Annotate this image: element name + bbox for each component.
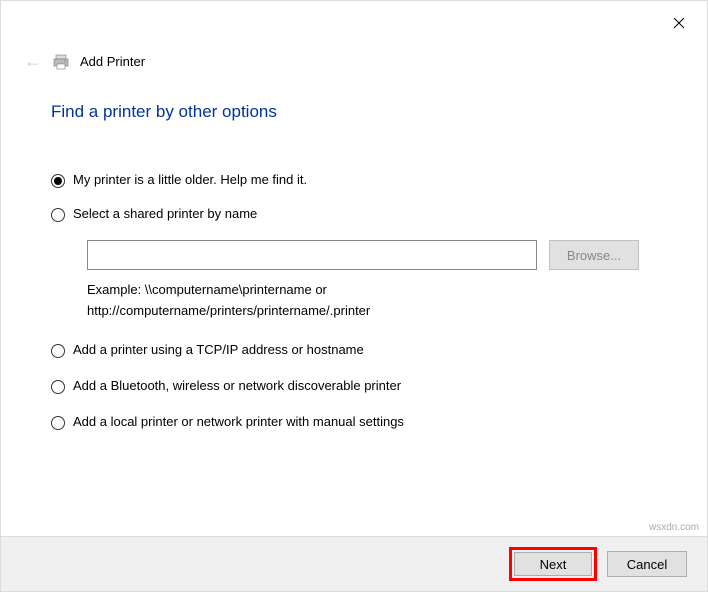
next-button-highlight: Next (509, 547, 597, 581)
watermark: wsxdn.com (649, 522, 699, 533)
printer-icon (52, 53, 70, 71)
option-tcpip[interactable]: Add a printer using a TCP/IP address or … (51, 342, 657, 358)
option-bluetooth[interactable]: Add a Bluetooth, wireless or network dis… (51, 378, 657, 394)
option-local[interactable]: Add a local printer or network printer w… (51, 414, 657, 430)
cancel-button[interactable]: Cancel (607, 551, 687, 577)
close-icon (673, 17, 685, 29)
radio-icon[interactable] (51, 380, 65, 394)
wizard-header: ← Add Printer (1, 1, 707, 72)
radio-icon[interactable] (51, 416, 65, 430)
back-arrow-icon: ← (24, 51, 42, 72)
wizard-title: Add Printer (80, 54, 145, 69)
close-button[interactable] (669, 13, 689, 33)
example-text-line1: Example: \\computername\printername or (87, 280, 657, 301)
dialog-footer: Next Cancel (1, 536, 707, 591)
option-label: Select a shared printer by name (73, 206, 257, 221)
option-label: My printer is a little older. Help me fi… (73, 172, 307, 187)
page-heading: Find a printer by other options (51, 102, 657, 122)
browse-button: Browse... (549, 240, 639, 270)
example-text-line2: http://computername/printers/printername… (87, 301, 657, 322)
radio-icon[interactable] (51, 344, 65, 358)
shared-printer-input[interactable] (87, 240, 537, 270)
option-shared-printer[interactable]: Select a shared printer by name (51, 206, 657, 222)
option-older-printer[interactable]: My printer is a little older. Help me fi… (51, 172, 657, 188)
option-label: Add a printer using a TCP/IP address or … (73, 342, 364, 357)
radio-icon[interactable] (51, 208, 65, 222)
next-button[interactable]: Next (514, 552, 592, 576)
option-label: Add a local printer or network printer w… (73, 414, 404, 429)
radio-icon[interactable] (51, 174, 65, 188)
option-label: Add a Bluetooth, wireless or network dis… (73, 378, 401, 393)
